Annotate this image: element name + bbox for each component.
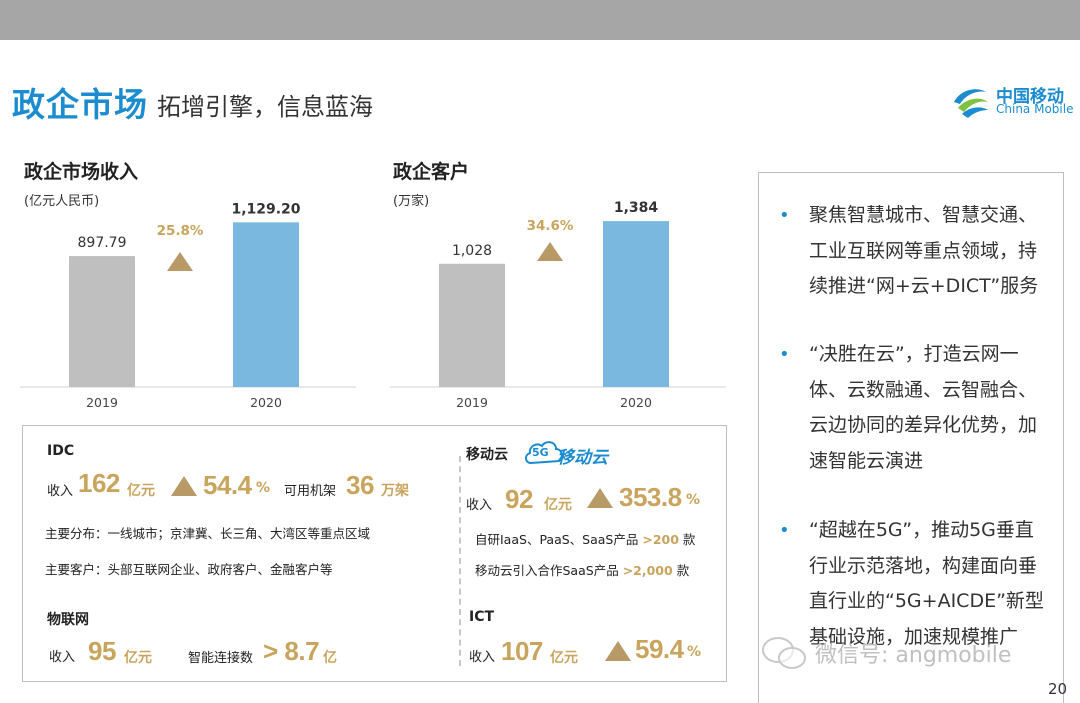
watermark: 微信号: angmobile	[815, 643, 1012, 668]
cloud-revenue-label: 收入	[466, 498, 493, 513]
cloud-line1-text: 自研IaaS、PaaS、SaaS产品	[475, 532, 639, 547]
x-tick-label: 2019	[86, 395, 118, 410]
china-mobile-logo-icon	[954, 89, 988, 118]
bar-value-label: 1,384	[614, 200, 659, 216]
cloud-revenue-unit: 亿元	[544, 497, 572, 513]
cloud-line2-value: >2,000	[622, 563, 673, 578]
idc-revenue-unit: 亿元	[127, 483, 155, 499]
x-tick-label: 2020	[250, 395, 282, 410]
side-panel: • 聚焦智慧城市、智慧交通、工业互联网等重点领域，持续推进“网+云+DICT”服…	[758, 172, 1064, 703]
idc-distribution: 主要分布：一线城市；京津冀、长三角、大湾区等重点区域	[45, 526, 371, 541]
logo-text-en: China Mobile	[996, 102, 1074, 116]
growth-label: 25.8%	[157, 223, 204, 239]
bar-2020	[233, 222, 299, 387]
cloud-line1-value: >200	[642, 532, 679, 547]
top-bar	[0, 0, 1080, 40]
wechat-icon	[762, 637, 806, 669]
bar-2019	[69, 256, 135, 387]
side-bullet-text: “决胜在云”，打造云网一体、云数融通、云智融合、云边协同的差异化优势，加速智能云…	[809, 343, 1038, 472]
bar-2019	[439, 263, 505, 387]
idc-growth-unit: %	[256, 480, 271, 496]
growth-label: 34.6%	[527, 218, 574, 234]
iot-revenue-value: 95	[88, 636, 116, 666]
page-number: 20	[1048, 680, 1068, 698]
cloud-line2: 移动云引入合作SaaS产品 >2,000 款	[475, 560, 689, 579]
chart1-title: 政企市场收入	[24, 161, 139, 183]
x-tick-label: 2020	[620, 395, 652, 410]
idc-revenue-label: 收入	[47, 484, 74, 499]
ict-growth-up-icon	[605, 641, 631, 661]
growth-up-icon	[537, 242, 563, 261]
bar-value-label: 897.79	[78, 235, 127, 251]
dashed-divider	[459, 456, 461, 666]
cloud-line1: 自研IaaS、PaaS、SaaS产品 >200 款	[475, 529, 695, 548]
idc-growth-up-icon	[171, 476, 197, 496]
cloud-logo-text: 移动云	[557, 448, 608, 468]
bar-value-label: 1,028	[452, 243, 492, 259]
ict-revenue-value: 107	[501, 636, 543, 666]
idc-racks-unit: 万架	[381, 483, 409, 499]
cloud-revenue-value: 92	[505, 484, 533, 514]
idc-growth-value: 54.4	[203, 470, 252, 500]
ict-revenue-unit: 亿元	[550, 650, 578, 666]
chart2-title: 政企客户	[393, 161, 470, 183]
idc-revenue-value: 162	[78, 468, 120, 498]
cloud-line1-unit: 款	[682, 532, 696, 547]
idc-customers: 主要客户：头部互联网企业、政府客户、金融客户等	[45, 562, 333, 577]
idc-title: IDC	[47, 443, 75, 459]
page-subtitle: 拓增引擎，信息蓝海	[157, 93, 373, 121]
china-mobile-logo: 中国移动 China Mobile	[950, 80, 1074, 122]
iot-revenue-unit: 亿元	[124, 650, 152, 666]
bar-2020	[603, 221, 669, 387]
cloud-growth-up-icon	[587, 488, 613, 508]
idc-racks-value: 36	[346, 470, 374, 500]
idc-racks-label: 可用机架	[284, 484, 337, 499]
bullet-dot-icon: •	[779, 344, 790, 365]
cloud-title: 移动云	[466, 447, 508, 463]
bullet-dot-icon: •	[779, 520, 790, 541]
iot-revenue-label: 收入	[49, 650, 76, 665]
chart1-revenue: 897.79 2019 1,129.20 2020 25.8%	[20, 201, 356, 410]
cloud-line2-unit: 款	[676, 563, 690, 578]
cloud-logo-badge: 5G	[532, 446, 549, 459]
ict-growth-value: 59.4	[635, 634, 684, 664]
ict-revenue-label: 收入	[469, 650, 496, 665]
iot-connections-unit: 亿	[323, 650, 337, 666]
iot-connections-value: > 8.7	[263, 636, 320, 666]
bullet-dot-icon: •	[779, 205, 790, 226]
ict-title: ICT	[469, 609, 495, 625]
x-tick-label: 2019	[456, 395, 488, 410]
bar-value-label: 1,129.20	[231, 201, 300, 217]
cloud-growth-unit: %	[686, 492, 701, 508]
growth-up-icon	[167, 252, 193, 271]
iot-connections-label: 智能连接数	[188, 651, 254, 666]
ict-growth-unit: %	[687, 644, 702, 660]
side-bullet-text: 聚焦智慧城市、智慧交通、工业互联网等重点领域，持续推进“网+云+DICT”服务	[809, 204, 1039, 297]
cloud-growth-value: 353.8	[619, 482, 682, 512]
chart2-customers: 1,028 2019 1,384 2020 34.6%	[390, 200, 726, 410]
side-bullet-text: “超越在5G”，推动5G垂直行业示范落地，构建面向垂直行业的“5G+AICDE”…	[809, 519, 1044, 648]
cloud-line2-text: 移动云引入合作SaaS产品	[475, 563, 619, 578]
business-box: IDC 收入 162 亿元 54.4 % 可用机架 36 万架 主要分布：一线城…	[22, 425, 727, 682]
page-title: 政企市场	[12, 85, 148, 124]
iot-title: 物联网	[47, 612, 89, 628]
